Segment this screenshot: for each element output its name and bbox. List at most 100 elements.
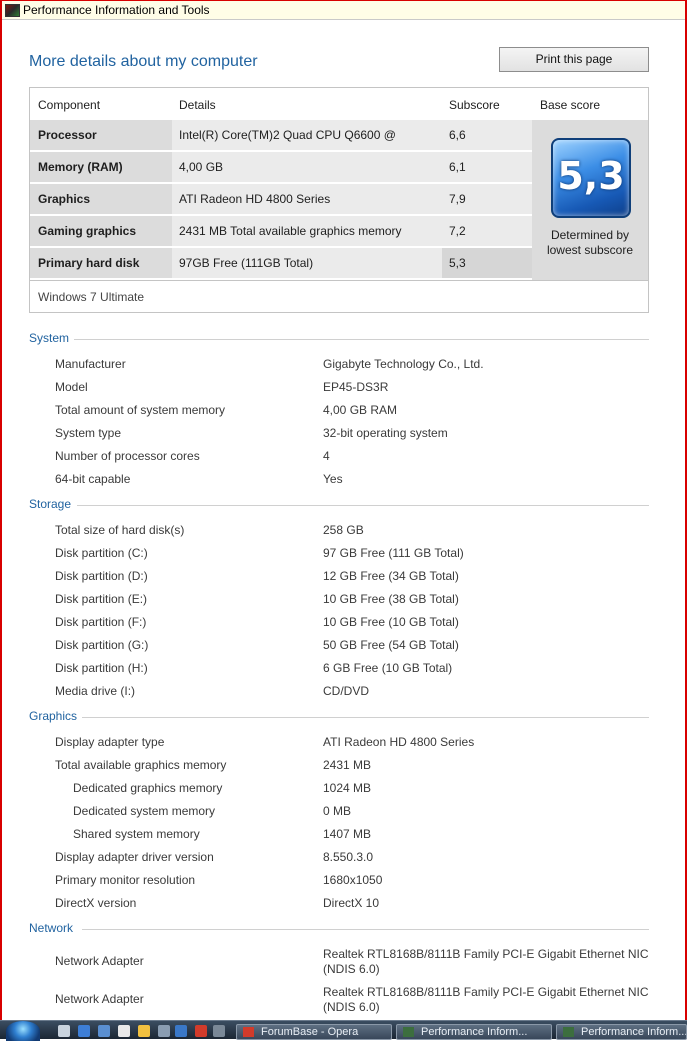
score-row-hard-disk: Primary hard disk 97GB Free (111GB Total… [30,248,532,278]
prop-label: Number of processor cores [55,449,200,463]
score-row-memory: Memory (RAM) 4,00 GB 6,1 [30,152,532,182]
prop-value: 10 GB Free (38 GB Total) [323,592,459,606]
prop-value: Yes [323,472,343,486]
component-details: 2431 MB Total available graphics memory [172,216,442,246]
prop-value: 4 [323,449,330,463]
prop-label: Network Adapter [55,992,144,1006]
opera-icon[interactable] [195,1025,207,1037]
task-label: ForumBase - Opera [261,1026,359,1038]
prop-value: 1680x1050 [323,873,383,887]
network-adapter-ndis: (NDIS 6.0) [323,962,380,976]
network-adapter-name: Realtek RTL8168B/8111B Family PCI-E Giga… [323,985,649,999]
component-subscore: 7,9 [442,184,532,214]
prop-label: 64-bit capable [55,472,131,486]
section-divider [82,929,649,930]
section-divider [74,339,649,340]
score-row-processor: Processor Intel(R) Core(TM)2 Quad CPU Q6… [30,120,532,172]
section-title-network: Network [29,921,74,935]
score-table: Component Details Subscore Base score Pr… [29,87,649,313]
prop-label: Total size of hard disk(s) [55,523,185,537]
show-desktop-icon[interactable] [58,1025,70,1037]
title-bar[interactable]: Performance Information and Tools [2,0,685,20]
prop-value: 1024 MB [323,781,372,795]
start-button[interactable] [6,1021,40,1041]
base-score-value: 5,3 [557,154,625,198]
base-caption-line2: lowest subscore [546,243,634,257]
section-title-system: System [29,331,70,345]
section-title-storage: Storage [29,497,72,511]
header-subscore: Subscore [449,98,500,112]
prop-value: 2431 MB [323,758,372,772]
task-label: Performance Inform... [581,1026,687,1038]
windows-score-badge: 5,3 [551,138,631,218]
base-score-panel: 5,3 Determined by lowest subscore [532,120,648,280]
component-details: Intel(R) Core(TM)2 Quad CPU Q6600 @ 2.40… [172,120,442,172]
component-subscore: 7,2 [442,216,532,246]
section-divider [82,717,649,718]
page-title: More details about my computer [29,53,258,70]
prop-label: Shared system memory [73,827,200,841]
prop-label: Total amount of system memory [55,403,226,417]
component-details: ATI Radeon HD 4800 Series [172,184,442,214]
taskbar: ForumBase - Opera Performance Inform... … [0,1020,687,1041]
prop-value: 32-bit operating system [323,426,448,440]
performance-icon [403,1027,414,1037]
component-subscore: 5,3 [442,248,532,278]
section-divider [77,505,649,506]
quicklaunch-icon[interactable] [138,1025,150,1037]
prop-label: Display adapter driver version [55,850,214,864]
prop-value: 8.550.3.0 [323,850,374,864]
prop-label: Disk partition (C:) [55,546,148,560]
prop-label: Disk partition (E:) [55,592,148,606]
base-caption-line1: Determined by [550,228,630,242]
prop-label: Manufacturer [55,357,126,371]
prop-label: Disk partition (F:) [55,615,147,629]
prop-value: CD/DVD [323,684,370,698]
section-title-graphics: Graphics [29,709,78,723]
opera-icon [243,1027,254,1037]
performance-window: Performance Information and Tools More d… [0,0,687,1020]
quicklaunch-icon[interactable] [213,1025,225,1037]
prop-label: Disk partition (G:) [55,638,149,652]
component-name: Processor [30,120,172,150]
prop-label: Disk partition (D:) [55,569,148,583]
prop-value: 10 GB Free (10 GB Total) [323,615,459,629]
header-component: Component [38,98,101,112]
prop-value: 1407 MB [323,827,372,841]
prop-label: System type [55,426,122,440]
quicklaunch-icon[interactable] [98,1025,110,1037]
prop-value: DirectX 10 [323,896,380,910]
score-row-graphics: Graphics ATI Radeon HD 4800 Series 7,9 [30,184,532,214]
component-subscore: 6,6 [442,120,532,150]
quicklaunch-icon[interactable] [118,1025,130,1037]
prop-label: Disk partition (H:) [55,661,148,675]
internet-explorer-icon[interactable] [175,1025,187,1037]
header-base-score: Base score [540,98,601,112]
prop-value: 258 GB [323,523,364,537]
prop-value: 4,00 GB RAM [323,403,398,417]
prop-value: Realtek RTL8168B/8111B Family PCI-E Giga… [323,985,648,1015]
prop-value: 12 GB Free (34 GB Total) [323,569,459,583]
window-title: Performance Information and Tools [23,3,210,17]
prop-label: Dedicated graphics memory [73,781,223,795]
prop-value: 50 GB Free (54 GB Total) [323,638,459,652]
network-adapter-ndis: (NDIS 6.0) [323,1000,380,1014]
component-name: Gaming graphics [30,216,172,246]
quicklaunch-icon[interactable] [78,1025,90,1037]
component-name: Memory (RAM) [30,152,172,182]
quicklaunch-icon[interactable] [158,1025,170,1037]
component-details: 4,00 GB [172,152,442,182]
component-details: 97GB Free (111GB Total) [172,248,442,278]
print-page-button[interactable]: Print this page [499,47,649,72]
prop-label: Dedicated system memory [73,804,216,818]
prop-value: 97 GB Free (111 GB Total) [323,546,464,560]
base-score-caption: Determined by lowest subscore [532,228,648,258]
performance-icon [563,1027,574,1037]
prop-value: Gigabyte Technology Co., Ltd. [323,357,484,371]
header-details: Details [179,98,216,112]
prop-value: EP45-DS3R [323,380,389,394]
component-name: Primary hard disk [30,248,172,278]
score-row-gaming-graphics: Gaming graphics 2431 MB Total available … [30,216,532,246]
prop-label: DirectX version [55,896,137,910]
prop-label: Model [55,380,88,394]
